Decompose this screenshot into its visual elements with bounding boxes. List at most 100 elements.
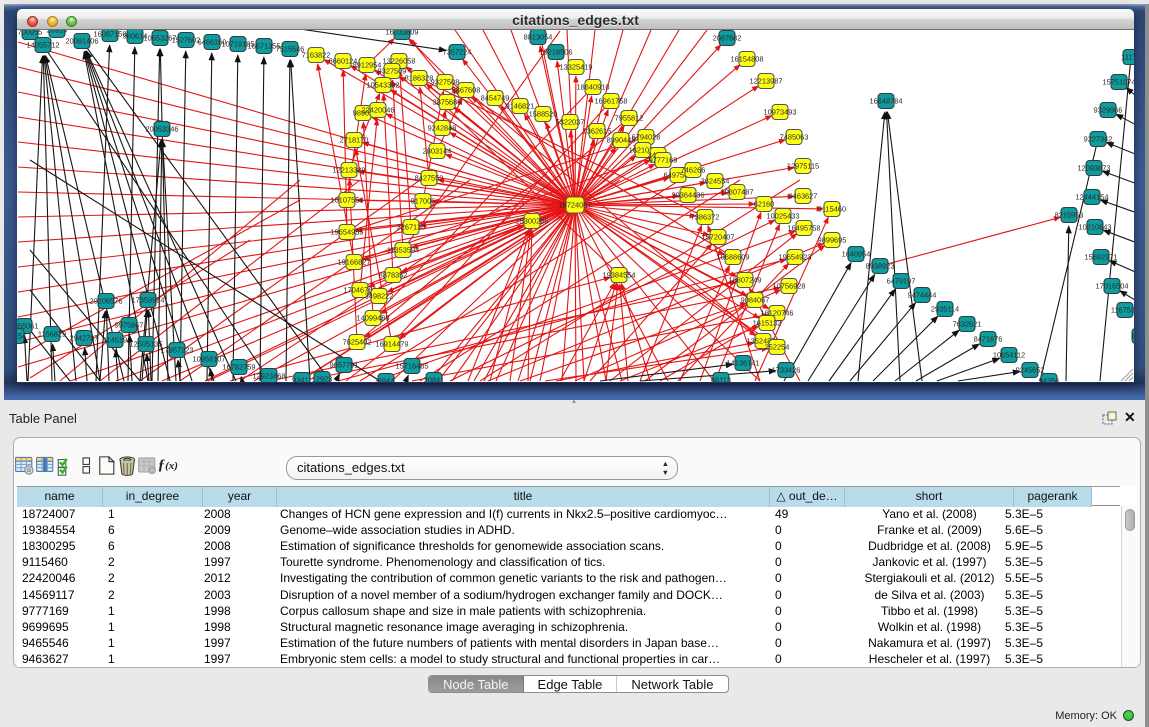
svg-text:12213389: 12213389: [333, 166, 366, 175]
svg-text:1527602: 1527602: [172, 36, 201, 45]
svg-text:7163822: 7163822: [302, 51, 331, 60]
svg-text:16154808: 16154808: [731, 55, 764, 64]
svg-text:114519: 114519: [103, 336, 127, 345]
svg-text:9975867: 9975867: [115, 321, 144, 330]
svg-text:20914: 20914: [47, 30, 68, 35]
svg-text:7625402: 7625402: [343, 338, 372, 347]
svg-text:94356: 94356: [1039, 377, 1060, 382]
svg-text:14055712: 14055712: [27, 41, 60, 50]
svg-text:700955: 700955: [18, 30, 43, 37]
svg-text:20053346: 20053346: [146, 125, 179, 134]
svg-text:16914479: 16914479: [376, 340, 409, 349]
svg-text:7386372: 7386372: [691, 213, 720, 222]
svg-text:10210643: 10210643: [1079, 223, 1112, 232]
svg-text:3267130: 3267130: [397, 223, 426, 232]
svg-text:20841: 20841: [424, 376, 445, 382]
svg-text:10958107: 10958107: [193, 355, 226, 364]
svg-text:5322037: 5322037: [556, 118, 585, 127]
svg-text:8813054: 8813054: [524, 33, 553, 42]
svg-text:66113: 66113: [711, 376, 731, 382]
svg-text:18640910: 18640910: [577, 83, 610, 92]
svg-text:14136141: 14136141: [727, 359, 760, 368]
svg-text:17957223: 17957223: [161, 346, 194, 355]
svg-text:9227342: 9227342: [1084, 135, 1113, 144]
svg-text:13325419: 13325419: [560, 63, 593, 72]
svg-text:12213987: 12213987: [750, 77, 783, 86]
svg-text:10107554: 10107554: [331, 196, 364, 205]
svg-text:14099489: 14099489: [357, 314, 390, 323]
svg-text:1588520: 1588520: [529, 110, 558, 119]
svg-text:7357224: 7357224: [443, 48, 472, 57]
svg-text:8427552: 8427552: [415, 174, 444, 183]
svg-text:16782759: 16782759: [223, 363, 256, 372]
svg-text:16033809: 16033809: [386, 30, 419, 37]
svg-text:18807249: 18807249: [729, 276, 762, 285]
svg-text:12505135: 12505135: [130, 340, 163, 349]
svg-text:9242848: 9242848: [428, 124, 457, 133]
svg-text:15692971: 15692971: [1085, 253, 1118, 262]
svg-text:1156829: 1156829: [38, 330, 66, 339]
svg-text:252254: 252254: [765, 343, 790, 352]
svg-text:8823: 8823: [1132, 332, 1134, 341]
svg-text:17016504: 17016504: [1096, 282, 1129, 291]
svg-text:6479197: 6479197: [887, 277, 916, 286]
svg-text:6794028: 6794028: [632, 133, 661, 142]
svg-text:3875685: 3875685: [433, 98, 462, 107]
svg-text:917006: 917006: [411, 197, 436, 206]
svg-text:2087682: 2087682: [713, 34, 742, 43]
svg-text:9329966: 9329966: [1094, 106, 1123, 115]
svg-text:746266: 746266: [681, 166, 706, 175]
svg-text:20206576: 20206576: [90, 297, 123, 306]
svg-text:15720407: 15720407: [702, 233, 735, 242]
svg-text:3624554: 3624554: [701, 177, 730, 186]
svg-text:20364436: 20364436: [672, 191, 705, 200]
svg-text:9115460: 9115460: [818, 205, 846, 214]
svg-text:7955812: 7955812: [615, 114, 644, 123]
svg-text:1615132: 1615132: [753, 319, 782, 328]
svg-text:10654112: 10654112: [993, 351, 1025, 360]
svg-text:8938923: 8938923: [866, 262, 895, 271]
svg-text:2718170: 2718170: [340, 136, 369, 145]
svg-text:9777169: 9777169: [649, 156, 678, 165]
svg-text:18724007: 18724007: [559, 201, 592, 210]
svg-text:16648784: 16648784: [870, 97, 903, 106]
svg-text:3498222: 3498222: [365, 292, 394, 301]
svg-text:2367608: 2367608: [452, 86, 481, 95]
svg-text:9474444: 9474444: [908, 291, 937, 300]
svg-text:16495758: 16495758: [788, 224, 821, 233]
svg-text:62160: 62160: [754, 200, 775, 209]
svg-text:12093873: 12093873: [1078, 164, 1111, 173]
svg-text:12975115: 12975115: [787, 162, 819, 171]
svg-text:9463627: 9463627: [789, 192, 818, 201]
svg-text:9657791: 9657791: [330, 361, 359, 370]
svg-text:10973493: 10973493: [764, 108, 797, 117]
svg-text:8944: 8944: [378, 377, 394, 382]
svg-text:8186328: 8186328: [405, 74, 434, 83]
svg-text:93411: 93411: [292, 376, 312, 382]
svg-text:19384554: 19384554: [603, 271, 636, 280]
svg-text:10688609: 10688609: [717, 253, 750, 262]
svg-text:19166827: 19166827: [338, 258, 371, 267]
svg-text:10807487: 10807487: [721, 188, 754, 197]
svg-text:16961758: 16961758: [595, 97, 628, 106]
svg-text:1733426: 1733426: [772, 366, 801, 375]
svg-text:16087159: 16087159: [94, 30, 127, 39]
svg-text:12923468: 12923468: [253, 372, 286, 381]
svg-text:2803144: 2803144: [423, 147, 452, 156]
svg-text:9327509: 9327509: [378, 67, 407, 76]
svg-text:11174: 11174: [1121, 53, 1134, 62]
svg-text:8878352: 8878352: [379, 271, 408, 280]
svg-text:15751074: 15751074: [1103, 78, 1134, 87]
svg-text:9245652: 9245652: [1016, 366, 1045, 375]
svg-text:22420046: 22420046: [362, 106, 395, 115]
svg-text:17359924: 17359924: [132, 296, 165, 305]
svg-text:1167533: 1167533: [1111, 306, 1134, 315]
svg-text:10756928: 10756928: [773, 282, 806, 291]
svg-text:8990448: 8990448: [607, 136, 636, 145]
svg-text:7485063: 7485063: [780, 133, 809, 142]
svg-text:25300205: 25300205: [516, 217, 549, 226]
svg-text:10543392: 10543392: [367, 81, 400, 90]
svg-text:11353594: 11353594: [387, 246, 419, 255]
svg-text:12923: 12923: [312, 375, 333, 382]
svg-text:7632621: 7632621: [953, 320, 982, 329]
